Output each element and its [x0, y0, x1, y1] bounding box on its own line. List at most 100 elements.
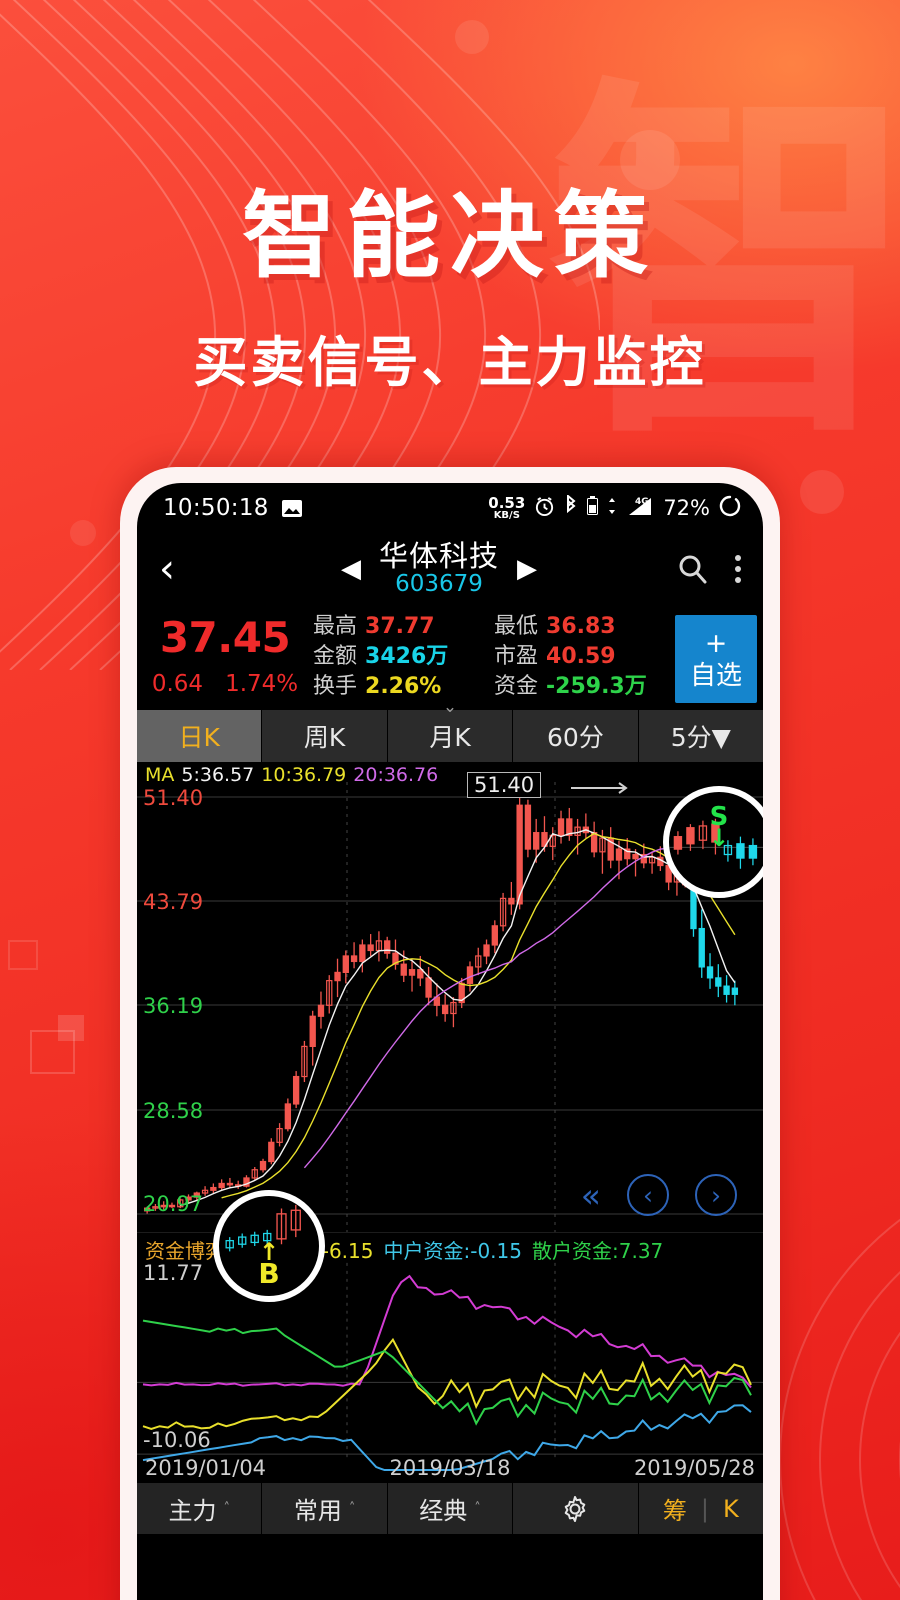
retail-fund-line — [142, 1319, 752, 1427]
arrow-down-icon: ↓ — [708, 823, 730, 852]
image-icon — [281, 499, 303, 518]
stock-name: 华体科技 — [378, 538, 499, 573]
price-column: 37.45 0.64 1.74% — [137, 613, 313, 705]
metric-row: 市盈 40.59 — [494, 645, 675, 668]
decorative-dot — [70, 520, 96, 546]
add-to-watchlist-button[interactable]: + 自选 — [675, 615, 757, 704]
k-label: K — [723, 1494, 739, 1523]
triangle-right-icon[interactable]: ▶ — [517, 554, 537, 584]
sell-signal-magnifier: S ↓ — [663, 786, 763, 899]
metric-label: 市盈 — [494, 644, 539, 670]
settings-button[interactable] — [513, 1483, 639, 1535]
chip-label: 筹 — [662, 1497, 687, 1526]
network-type-label: 4G — [635, 497, 649, 507]
y-axis-label: 51.40 — [143, 786, 204, 811]
metric-row: 资金 -259.3万 — [494, 675, 675, 698]
y-axis-label: 20.97 — [143, 1192, 204, 1217]
ma20-value: 20:36.76 — [353, 764, 439, 787]
alarm-clock-icon — [534, 496, 555, 521]
metric-value: 37.77 — [365, 614, 435, 639]
stock-code: 603679 — [395, 571, 483, 598]
stock-title-block: 华体科技 603679 — [378, 538, 499, 598]
metric-row: 最高 37.77 — [313, 615, 494, 638]
ma-legend-title: MA — [145, 764, 175, 787]
search-icon[interactable] — [675, 552, 709, 586]
gear-icon — [560, 1494, 590, 1524]
decorative-square-solid — [58, 1015, 84, 1041]
divider: | — [700, 1494, 709, 1523]
plus-icon: + — [704, 627, 728, 659]
candlestick-chart[interactable]: MA 5:36.57 10:36.79 20:36.76 51.40 43.79… — [137, 762, 763, 1303]
tab-day-k[interactable]: 日K — [137, 710, 263, 763]
indicator-max-value: 11.77 — [143, 1261, 204, 1286]
metric-label: 最高 — [313, 614, 358, 639]
ma5-value: 5:36.57 — [181, 764, 255, 787]
tab-month-k[interactable]: 月K — [387, 710, 514, 763]
phone-frame: 10:50:18 0.53 KB/S 4G 72% ‹ ◀ 华体科技 60367… — [120, 467, 780, 1600]
ma10-line — [221, 833, 736, 1199]
caret-up-icon: ˄ — [474, 1501, 481, 1517]
decorative-square-outline — [8, 940, 38, 970]
ma10-value: 10:36.79 — [261, 764, 347, 787]
status-time: 10:50:18 — [163, 495, 269, 521]
metric-label: 换手 — [313, 674, 358, 700]
quote-panel: 37.45 0.64 1.74% 最高 37.77 金额 3426万 换手 2.… — [137, 605, 763, 717]
chevron-down-icon[interactable]: ⌄ — [443, 697, 457, 717]
battery-circle-icon — [719, 495, 741, 521]
metric-row: 换手 2.26% — [313, 675, 494, 698]
bluetooth-icon — [564, 493, 578, 521]
date-tick: 2019/01/04 — [145, 1456, 267, 1481]
bottom-toolbar: 主力 ˄ 常用 ˄ 经典 ˄ 筹 | K — [137, 1482, 763, 1535]
watchlist-label: 自选 — [689, 660, 742, 691]
decorative-dot — [800, 470, 844, 514]
caret-up-icon: ˄ — [223, 1501, 230, 1517]
net-speed-unit: KB/S — [493, 509, 520, 521]
metric-value: 36.83 — [546, 614, 616, 639]
buy-signal-marker: ↑ B — [258, 1240, 280, 1291]
decorative-dot — [455, 20, 489, 54]
triangle-left-icon[interactable]: ◀ — [341, 554, 361, 584]
bottom-label: 主力 — [168, 1497, 217, 1526]
bottom-item-chip-k[interactable]: 筹 | K — [638, 1483, 763, 1535]
signal-icon: 4G — [626, 495, 654, 521]
net-speed-indicator: 0.53 KB/S — [488, 493, 526, 521]
price-change: 0.64 — [151, 671, 204, 697]
buy-letter: B — [258, 1257, 280, 1291]
chevron-left-circle-icon[interactable]: ‹ — [627, 1174, 669, 1217]
tab-week-k[interactable]: 周K — [262, 710, 388, 763]
metric-value: -259.3万 — [546, 674, 647, 700]
metric-label: 金额 — [313, 644, 358, 670]
ma5-line — [180, 829, 736, 1207]
net-speed-value: 0.53 — [488, 493, 526, 512]
status-right-icons: 0.53 KB/S 4G 72% — [488, 493, 741, 521]
double-chevron-left-icon[interactable]: « — [581, 1179, 601, 1212]
metric-value: 40.59 — [546, 644, 616, 670]
metric-label: 最低 — [494, 614, 539, 639]
chevron-right-circle-icon[interactable]: › — [695, 1174, 737, 1217]
tab-5min-dropdown[interactable]: 5分▼ — [638, 710, 763, 763]
metric-label: 资金 — [494, 674, 539, 700]
bottom-item-common[interactable]: 常用 ˄ — [262, 1483, 388, 1535]
price-change-percent: 1.74% — [225, 671, 299, 697]
stock-switcher: ◀ 华体科技 603679 ▶ — [211, 538, 667, 598]
buy-signal-magnifier: ↑ B — [213, 1190, 325, 1303]
date-tick: 2019/03/18 — [389, 1456, 511, 1481]
headline-block: 智能决策 买卖信号、主力监控 — [0, 160, 900, 397]
phone-screen: 10:50:18 0.53 KB/S 4G 72% ‹ ◀ 华体科技 60367… — [137, 483, 763, 1600]
tab-60min[interactable]: 60分 — [513, 710, 639, 763]
metrics-column-right: 最低 36.83 市盈 40.59 资金 -259.3万 — [494, 613, 675, 705]
last-price: 37.45 — [159, 613, 291, 662]
page-subtitle: 买卖信号、主力监控 — [193, 331, 707, 394]
battery-percent: 72% — [663, 496, 710, 520]
metric-value: 2.26% — [365, 674, 442, 700]
bottom-item-classic[interactable]: 经典 ˄ — [387, 1483, 514, 1535]
high-price-badge: 51.40 — [467, 772, 542, 799]
change-row: 0.64 1.74% — [137, 671, 313, 697]
bottom-item-main-force[interactable]: 主力 ˄ — [137, 1483, 263, 1535]
bottom-label: 常用 — [293, 1497, 342, 1526]
y-axis-label: 43.79 — [143, 890, 204, 915]
arrow-right-icon — [571, 782, 628, 795]
back-button[interactable]: ‹ — [159, 549, 211, 589]
more-vertical-icon[interactable] — [735, 555, 741, 583]
nav-right-actions — [675, 552, 741, 586]
